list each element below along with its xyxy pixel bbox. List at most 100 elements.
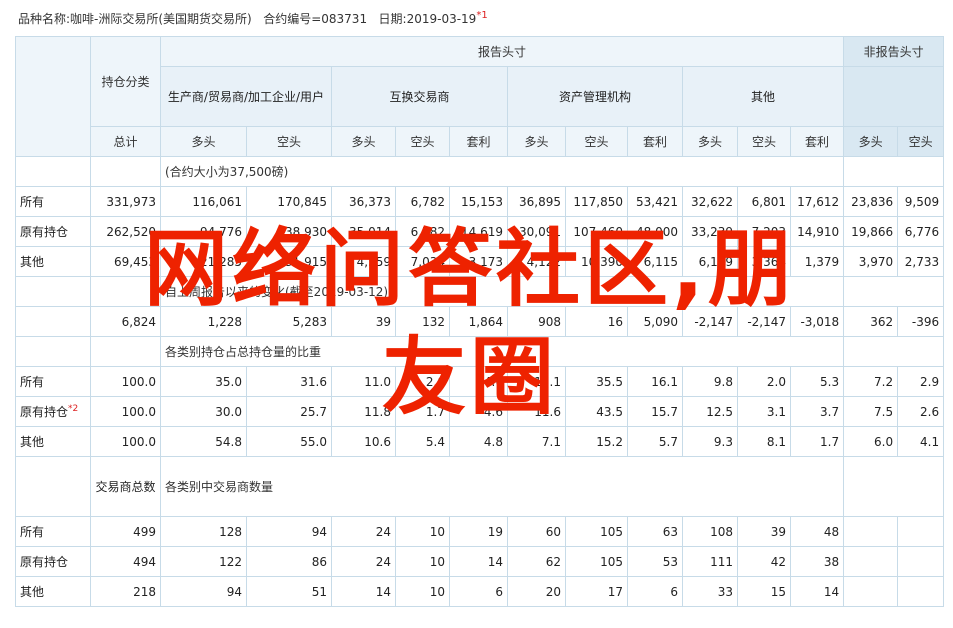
table-cell: 8.1 — [737, 426, 791, 457]
table-cell: -396 — [897, 306, 945, 337]
row-label-text: 其他 — [20, 585, 45, 599]
table-cell: 6,159 — [682, 246, 738, 277]
table-cell: 7,203 — [737, 216, 791, 247]
table-cell: 19,866 — [843, 216, 899, 247]
row-label-text: 其他 — [20, 435, 45, 449]
table-cell: 5.4 — [395, 426, 450, 457]
col-other-spread-header: 套利 — [789, 126, 845, 157]
table-row: 其他 69,453 21,285 31,915 4,559 7,034 3,173 4,122… — [15, 246, 945, 277]
table-cell: 100.0 — [90, 396, 161, 427]
table-cell: 2.6 — [897, 396, 945, 427]
row-label: 所有 — [15, 186, 91, 217]
col-asset-long-header: 多头 — [507, 126, 566, 157]
table-cell — [897, 546, 945, 577]
table-cell: 42 — [737, 546, 791, 577]
percent-subtitle-row: 各类别持仓占总持仓量的比重 — [15, 336, 945, 367]
row-label-text: 原有持仓 — [20, 225, 69, 239]
table-cell: 9,509 — [897, 186, 945, 217]
table-cell: 24 — [331, 516, 396, 547]
table-cell: 5,090 — [627, 306, 683, 337]
traders-subtitle: 各类别中交易商数量 — [159, 456, 845, 517]
table-cell: 4.1 — [897, 426, 945, 457]
table-cell: 908 — [507, 306, 566, 337]
row-label: 所有 — [15, 366, 91, 397]
table-cell: 2,733 — [897, 246, 945, 277]
table-cell: 19 — [449, 516, 508, 547]
table-cell: 7.2 — [843, 366, 899, 397]
traders-blank-nonrep — [843, 456, 945, 517]
table-cell: 14 — [331, 576, 396, 607]
table-cell: 107,460 — [565, 216, 628, 247]
table-cell: 1.7 — [789, 426, 845, 457]
footnote-mark: *2 — [68, 404, 79, 414]
group-asset-manager-header: 资产管理机构 — [507, 66, 683, 127]
row-label-empty — [15, 306, 91, 337]
table-cell: 7,034 — [395, 246, 450, 277]
table-cell: 15.7 — [627, 396, 683, 427]
row-label-text: 所有 — [20, 195, 45, 209]
contract-code-label: 合约编号= — [263, 12, 322, 26]
col-total-header: 总计 — [90, 126, 161, 157]
table-cell: 122 — [160, 546, 247, 577]
table-cell: 35,014 — [331, 216, 396, 247]
table-cell: 9.8 — [682, 366, 738, 397]
table-cell: -2,147 — [737, 306, 791, 337]
table-row: 6,824 1,228 5,283 39 132 1,864 908 16 5,090 -2,14… — [15, 306, 945, 337]
table-cell: 51 — [246, 576, 332, 607]
table-cell: 36,895 — [507, 186, 566, 217]
col-nonrep-long-header: 多头 — [843, 126, 899, 157]
table-cell: 16.1 — [627, 366, 683, 397]
row-label-text: 其他 — [20, 255, 45, 269]
percent-subtitle-blank-total — [90, 336, 161, 367]
table-cell: 39 — [737, 516, 791, 547]
row-label: 其他 — [15, 426, 91, 457]
table-cell: 6 — [449, 576, 508, 607]
col-swap-short-header: 空头 — [395, 126, 450, 157]
table-cell: 10 — [395, 576, 450, 607]
table-cell: 7.5 — [843, 396, 899, 427]
row-label-text: 所有 — [20, 525, 45, 539]
col-producer-long-header: 多头 — [160, 126, 247, 157]
changes-subtitle-blank-label — [15, 276, 91, 307]
positions-subtitle-blank-nonrep — [843, 156, 945, 187]
table-cell: 128 — [160, 516, 247, 547]
table-cell: 39 — [331, 306, 396, 337]
table-cell: 105 — [565, 546, 628, 577]
table-cell: 6,782 — [395, 186, 450, 217]
table-row: 其他 218 94 51 14 10 6 20 17 6 33 15 14 — [15, 576, 945, 607]
table-cell: 362 — [843, 306, 899, 337]
table-cell: -2,147 — [682, 306, 738, 337]
table-cell: 55.0 — [246, 426, 332, 457]
table-cell: 10 — [395, 546, 450, 577]
table-cell: 7.1 — [507, 426, 566, 457]
table-cell: 331,973 — [90, 186, 161, 217]
table-cell: 14 — [789, 576, 845, 607]
table-cell: 3.1 — [737, 396, 791, 427]
table-cell: 494 — [90, 546, 161, 577]
table-cell: 3.7 — [789, 396, 845, 427]
table-cell: 38 — [789, 546, 845, 577]
col-asset-spread-header: 套利 — [627, 126, 683, 157]
row-label-text: 原有持仓 — [20, 405, 69, 419]
table-cell: 35.5 — [565, 366, 628, 397]
table-cell: 138,930 — [246, 216, 332, 247]
percent-subtitle-blank-label — [15, 336, 91, 367]
table-cell: 86 — [246, 546, 332, 577]
table-cell: 4.8 — [449, 426, 508, 457]
table-cell: 33,239 — [682, 216, 738, 247]
table-cell: 11.6 — [507, 396, 566, 427]
table-cell: 1,864 — [449, 306, 508, 337]
reportable-positions-header: 报告头寸 — [159, 36, 845, 67]
table-row: 原有持仓*2 100.0 30.0 25.7 11.8 1.7 4.6 11.6 43.5 15.… — [15, 396, 945, 427]
table-cell: 4,559 — [331, 246, 396, 277]
table-cell: 5,283 — [246, 306, 332, 337]
table-cell: 43.5 — [565, 396, 628, 427]
footnote-1-mark: *1 — [476, 10, 488, 21]
table-cell: 11.8 — [331, 396, 396, 427]
row-label: 原有持仓 — [15, 216, 91, 247]
table-cell: 3,364 — [737, 246, 791, 277]
table-cell — [843, 546, 899, 577]
table-cell: 21,285 — [160, 246, 247, 277]
table-cell: 105 — [565, 516, 628, 547]
page-header: 品种名称:咖啡-洲际交易所(美国期货交易所) 合约编号=083731 日期:20… — [18, 10, 488, 27]
